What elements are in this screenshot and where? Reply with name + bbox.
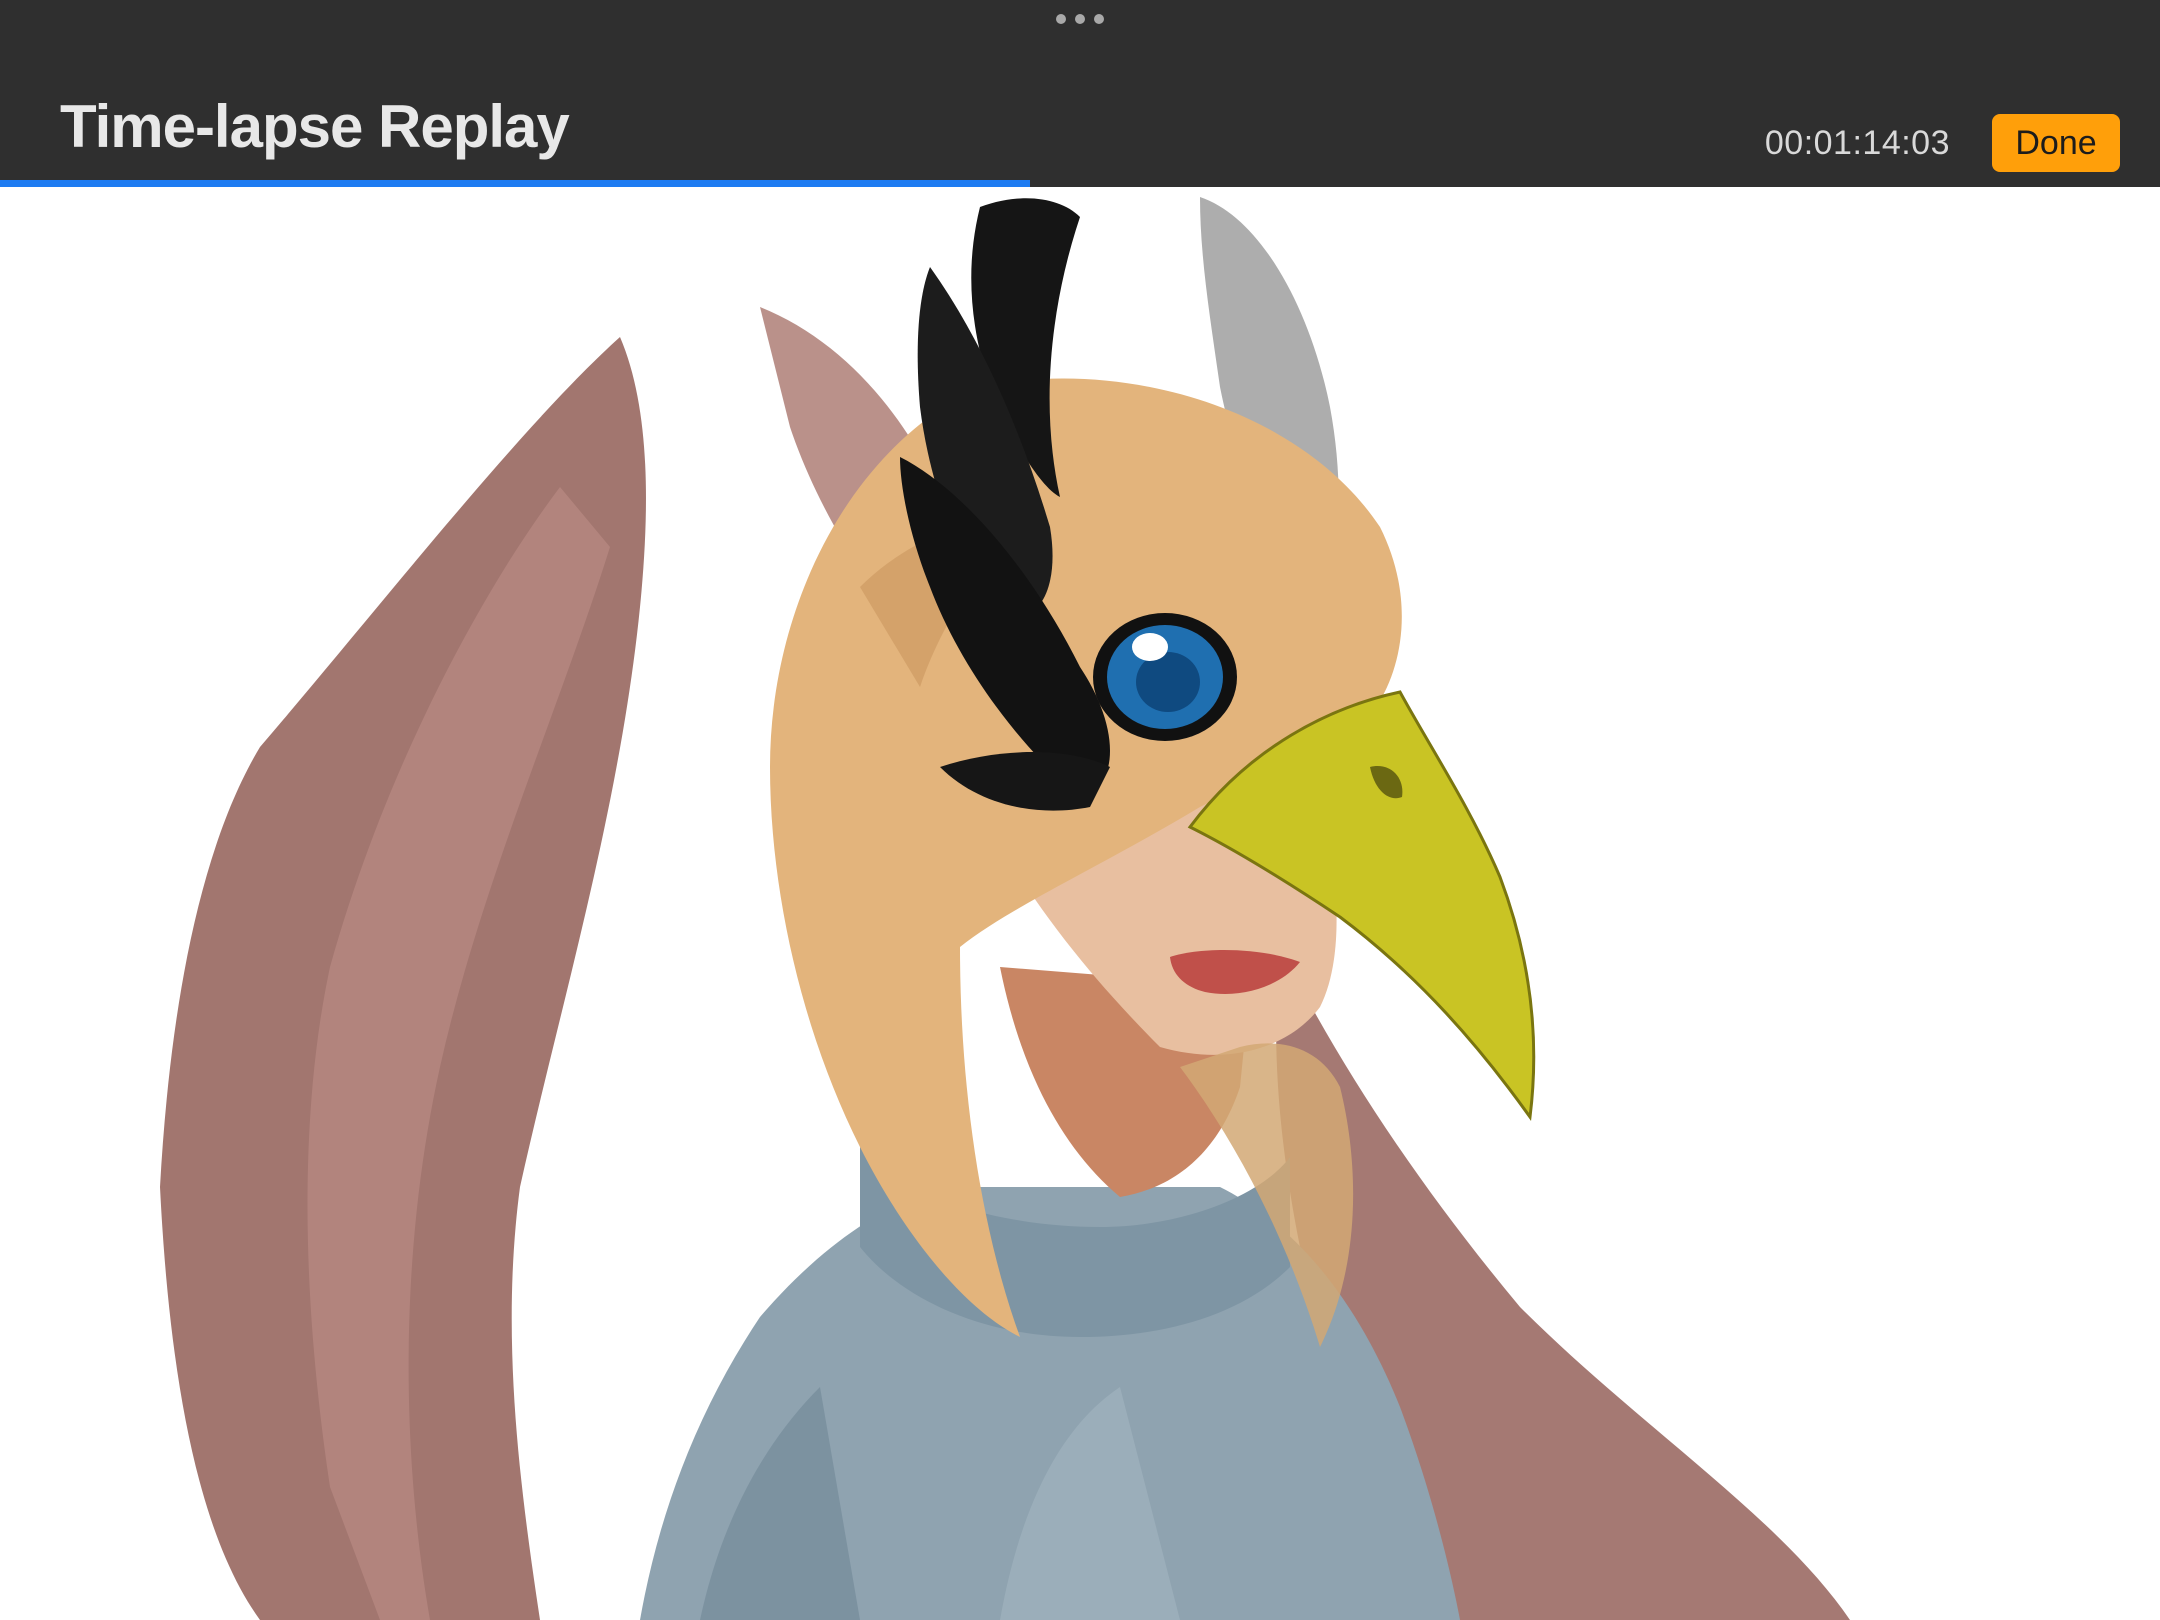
replay-progress-bar[interactable] [0, 180, 2160, 187]
artwork-canvas [0, 187, 2160, 1620]
done-button[interactable]: Done [1992, 114, 2120, 172]
replay-toolbar: Time-lapse Replay 00:01:14:03 Done [0, 0, 2160, 180]
more-dots-icon[interactable] [1056, 12, 1104, 26]
artwork-illustration [160, 197, 1850, 1620]
timecode-readout: 00:01:14:03 [1764, 124, 1950, 162]
page-title: Time-lapse Replay [60, 93, 570, 160]
blue-eye-shape [1093, 613, 1237, 741]
replay-progress-fill [0, 180, 1031, 187]
